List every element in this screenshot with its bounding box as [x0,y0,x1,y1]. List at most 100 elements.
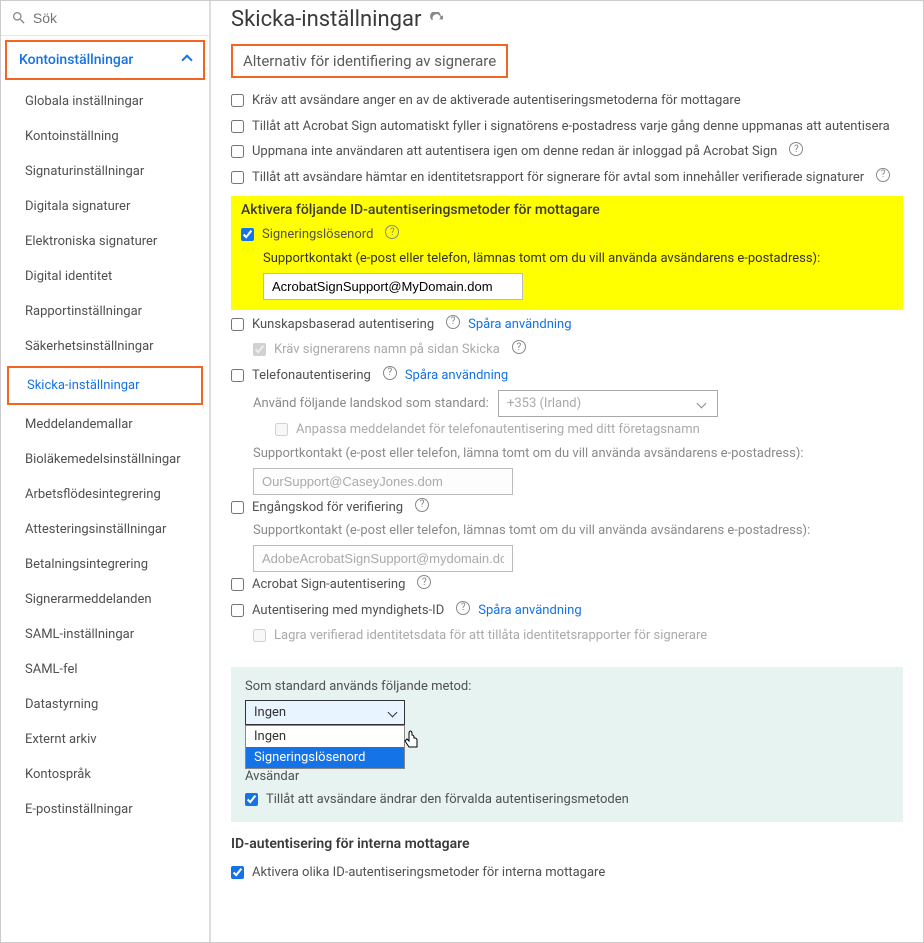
checkbox[interactable] [231,145,244,158]
nav-item[interactable]: Elektroniska signaturer [1,224,209,259]
nav-item[interactable]: Signaturinställningar [1,154,209,189]
info-icon[interactable]: ? [415,498,429,512]
nav-item[interactable]: Attesteringsinställningar [1,512,209,547]
opt-label: Engångskod för verifiering [252,498,403,518]
country-select[interactable]: +353 (Irland) [498,390,718,417]
opt-internal-enable: Aktivera olika ID-autentiseringsmetoder … [231,860,903,886]
track-usage-link[interactable]: Spåra användning [405,366,508,386]
search-input[interactable] [33,10,199,26]
checkbox[interactable] [231,171,244,184]
opt-signing-password: Signeringslösenord ? [241,222,893,248]
checkbox[interactable] [231,120,244,133]
checkbox[interactable] [231,318,244,331]
info-icon[interactable]: ? [876,168,890,182]
opt-phone-customize: Anpassa meddelandet för telefonautentise… [231,417,903,443]
checkbox[interactable] [231,866,244,879]
nav-section-header[interactable]: Kontoinställningar [5,40,205,80]
nav-item[interactable]: Bioläkemedelsinställningar [1,442,209,477]
opt-label: Signeringslösenord [262,225,373,245]
opt-sublabel: Lagra verifierad identitetsdata för att … [274,626,707,646]
nav-item[interactable]: Meddelandemallar [1,407,209,442]
info-icon[interactable]: ? [417,575,431,589]
opt-identity-report: Tillåt att avsändare hämtar en identitet… [231,165,903,191]
nav-item[interactable]: Rapportinställningar [1,294,209,329]
opt-phone: Telefonautentisering ? Spåra användning [231,363,903,389]
support-contact-input [253,545,513,572]
opt-gov-sub: Lagra verifierad identitetsdata för att … [231,623,903,649]
nav-list: Globala inställningar Kontoinställning S… [1,84,209,942]
support-contact-label: Supportkontakt (e-post eller telefon, lä… [263,251,893,266]
support-contact-label: Supportkontakt (e-post eller telefon, lä… [253,446,903,461]
info-icon[interactable]: ? [383,366,397,380]
info-icon[interactable]: ? [446,315,460,329]
nav-item[interactable]: Signerarmeddelanden [1,582,209,617]
info-icon[interactable]: ? [512,340,526,354]
opt-sublabel: Kräv signerarens namn på sidan Skicka [274,340,500,360]
opt-label: Tillåt att avsändare hämtar en identitet… [252,168,864,188]
checkbox[interactable] [231,94,244,107]
checkbox[interactable] [231,604,244,617]
chevron-down-icon [697,399,707,409]
nav-item-active[interactable]: Skicka-inställningar [7,366,203,405]
nav-item[interactable]: E-postinställningar [1,792,209,827]
page-title: Skicka-inställningar [231,7,903,32]
opt-label: Tillåt att avsändare ändrar den förvalda… [266,790,629,810]
dropdown-option[interactable]: Signeringslösenord [246,747,404,768]
opt-require-sender: Kräv att avsändare anger en av de aktive… [231,88,903,114]
cursor-hand-icon [400,730,424,758]
opt-label: Uppmana inte användaren att autentisera … [252,142,777,162]
opt-asauth: Acrobat Sign-autentisering ? [231,572,903,598]
track-usage-link[interactable]: Spåra användning [468,315,571,335]
info-icon[interactable]: ? [385,225,399,239]
info-icon[interactable]: ? [789,142,803,156]
checkbox[interactable] [231,578,244,591]
checkbox[interactable] [231,369,244,382]
nav-item[interactable]: Kontospråk [1,757,209,792]
chevron-up-icon [181,54,192,65]
nav-item[interactable]: Datastyrning [1,687,209,722]
nav-item[interactable]: Kontoinställning [1,119,209,154]
nav-item[interactable]: Säkerhetsinställningar [1,329,209,364]
checkbox[interactable] [245,793,258,806]
nav-item[interactable]: Betalningsintegrering [1,547,209,582]
default-method-box: Som standard används följande metod: Ing… [231,667,903,823]
opt-skip-reauth: Uppmana inte användaren att autentisera … [231,139,903,165]
opt-gov-id: Autentisering med myndighets-ID ? Spåra … [231,598,903,624]
opt-allow-sender-change: Tillåt att avsändare ändrar den förvalda… [245,787,889,813]
track-usage-link[interactable]: Spåra användning [478,601,581,621]
search-box[interactable] [1,1,209,36]
page-title-text: Skicka-inställningar [231,7,421,32]
nav-item[interactable]: Digital identitet [1,259,209,294]
country-label: Använd följande landskod som standard: [253,396,489,411]
nav-item[interactable]: Externt arkiv [1,722,209,757]
checkbox[interactable] [241,228,254,241]
opt-autofill: Tillåt att Acrobat Sign automatiskt fyll… [231,114,903,140]
nav-item[interactable]: Globala inställningar [1,84,209,119]
opt-kba-sub: Kräv signerarens namn på sidan Skicka ? [231,337,903,363]
refresh-icon[interactable] [429,12,445,28]
country-value: +353 (Irland) [507,396,581,411]
enable-heading: Aktivera följande ID-autentiseringsmetod… [241,202,893,218]
opt-label: Telefonautentisering [252,366,371,386]
checkbox[interactable] [231,501,244,514]
otp-support-block: Supportkontakt (e-post eller telefon, lä… [231,523,903,572]
default-method-select[interactable]: Ingen Ingen Signeringslösenord [245,700,405,725]
opt-label: Autentisering med myndighets-ID [252,601,444,621]
dropdown-options: Ingen Signeringslösenord [245,725,405,769]
opt-label: Acrobat Sign-autentisering [252,575,405,595]
selected-value: Ingen [254,705,286,720]
nav-item[interactable]: SAML-inställningar [1,617,209,652]
nav-item[interactable]: Arbetsflödesintegrering [1,477,209,512]
opt-otp: Engångskod för verifiering ? [231,495,903,521]
highlighted-section: Aktivera följande ID-autentiseringsmetod… [231,196,903,310]
checkbox [275,423,288,436]
dropdown-option[interactable]: Ingen [246,726,404,747]
opt-label: Kunskapsbaserad autentisering [252,315,434,335]
phone-country-row: Använd följande landskod som standard: +… [231,388,903,417]
chevron-down-icon [388,707,398,717]
info-icon[interactable]: ? [456,601,470,615]
support-contact-input[interactable] [263,273,523,300]
opt-kba: Kunskapsbaserad autentisering ? Spåra an… [231,312,903,338]
nav-item[interactable]: SAML-fel [1,652,209,687]
nav-item[interactable]: Digitala signaturer [1,189,209,224]
